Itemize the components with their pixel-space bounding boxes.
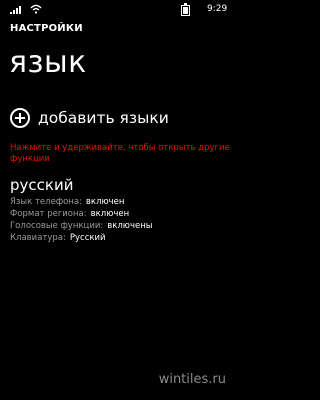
detail-label: Голосовые функции: — [10, 221, 104, 231]
add-languages-label: добавить языки — [38, 109, 169, 127]
detail-phone-language: Язык телефона: включен — [10, 196, 153, 208]
add-circle-icon — [10, 108, 30, 128]
detail-label: Формат региона: — [10, 209, 87, 219]
wifi-icon — [30, 4, 42, 14]
detail-region-format: Формат региона: включен — [10, 208, 153, 220]
detail-value: Русский — [69, 233, 106, 243]
hint-text: Нажмите и удерживайте, чтобы открыть дру… — [10, 143, 230, 164]
language-item-russian[interactable]: русский — [10, 176, 73, 194]
language-details: Язык телефона: включен Формат региона: вкл… — [10, 196, 153, 244]
detail-value: включен — [90, 209, 130, 219]
app-title: НАСТРОЙКИ — [10, 23, 83, 34]
add-languages-button[interactable]: добавить языки — [10, 106, 169, 130]
battery-icon — [181, 3, 190, 16]
clock: 9:29 — [207, 4, 228, 14]
detail-speech: Голосовые функции: включены — [10, 220, 153, 232]
detail-value: включены — [107, 221, 153, 231]
detail-label: Клавиатура: — [10, 233, 66, 243]
page-title: язык — [9, 45, 87, 80]
status-bar: 9:29 — [0, 0, 240, 16]
signal-icon — [10, 5, 24, 14]
watermark: wintiles.ru — [158, 372, 226, 387]
detail-label: Язык телефона: — [10, 197, 82, 207]
detail-keyboard: Клавиатура: Русский — [10, 232, 153, 244]
detail-value: включен — [85, 197, 125, 207]
